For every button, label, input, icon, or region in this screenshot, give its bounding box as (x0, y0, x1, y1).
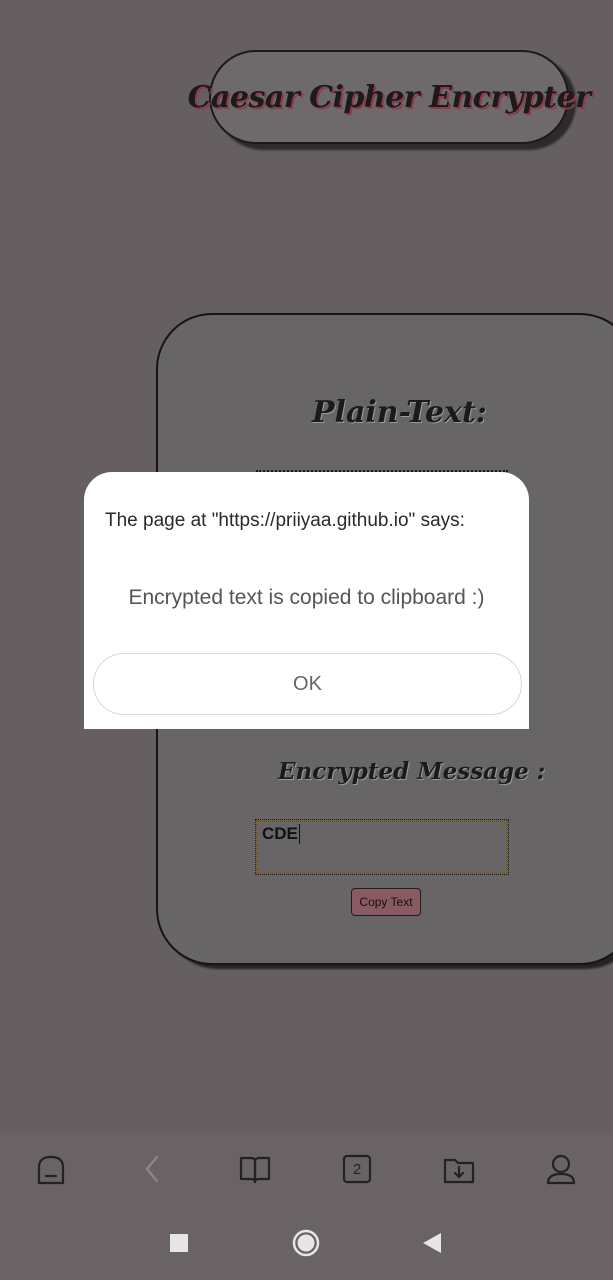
back-triangle-icon[interactable] (412, 1223, 452, 1263)
app-title: Caesar Cipher Encrypter (187, 79, 591, 115)
home-icon[interactable] (31, 1149, 71, 1189)
back-icon[interactable] (132, 1149, 172, 1189)
encrypted-message-label: Encrypted Message : (278, 758, 546, 785)
recents-icon[interactable] (159, 1223, 199, 1263)
system-navigation-bar (0, 1205, 613, 1280)
ok-button[interactable]: OK (93, 653, 522, 715)
dialog-title: The page at "https://priiyaa.github.io" … (105, 510, 465, 531)
encrypted-output-field[interactable]: CDE (255, 819, 509, 875)
tab-count: 2 (352, 1160, 362, 1178)
app-title-banner: Caesar Cipher Encrypter (188, 50, 591, 144)
web-page-viewport: Caesar Cipher Encrypter Plain-Text: Encr… (0, 0, 613, 1133)
browser-toolbar: 2 (0, 1133, 613, 1205)
profile-icon[interactable] (541, 1149, 581, 1189)
plain-text-label: Plain-Text: (312, 395, 487, 430)
downloads-icon[interactable] (439, 1149, 479, 1189)
encrypted-output-value: CDE (262, 824, 298, 843)
dialog-message: Encrypted text is copied to clipboard :) (128, 586, 485, 609)
copy-text-button[interactable]: Copy Text (351, 888, 421, 916)
home-circle-icon[interactable] (286, 1223, 326, 1263)
tabs-icon[interactable]: 2 (337, 1149, 377, 1189)
alert-dialog: The page at "https://priiyaa.github.io" … (84, 472, 529, 729)
bookmarks-icon[interactable] (235, 1149, 275, 1189)
screen: Caesar Cipher Encrypter Plain-Text: Encr… (0, 0, 613, 1280)
text-caret (298, 824, 300, 844)
